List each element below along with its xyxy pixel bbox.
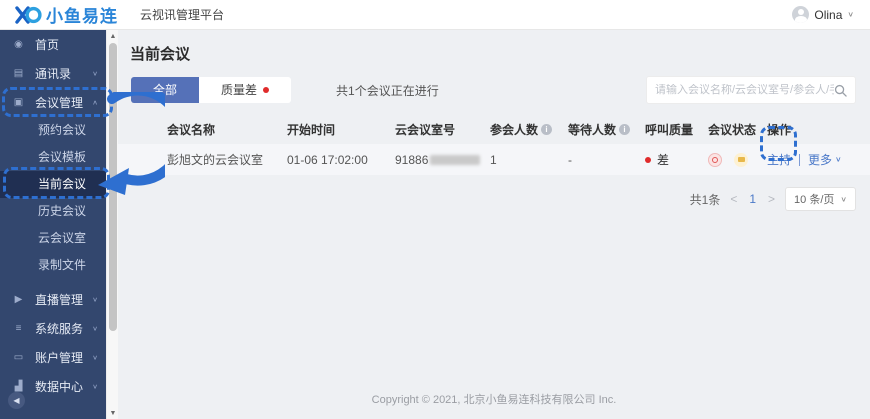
- collapse-left-icon: ◀: [13, 396, 20, 405]
- scrollbar-up-arrow[interactable]: ▲: [107, 30, 119, 42]
- contacts-icon: ▤: [13, 68, 24, 79]
- table-row: 彭旭文的云会议室 01-06 17:02:00 91886 1 - 差 主持 更…: [118, 144, 870, 175]
- search-icon[interactable]: [834, 84, 847, 97]
- cell-meeting-status: [708, 152, 767, 167]
- user-menu[interactable]: Olina ∨: [792, 6, 854, 23]
- sidebar-item-recording-files[interactable]: 录制文件: [0, 252, 106, 279]
- search-input[interactable]: [655, 84, 834, 96]
- redacted-number-blur: [430, 155, 481, 166]
- host-button[interactable]: 主持: [767, 151, 791, 168]
- sidebar-item-label: 首页: [35, 38, 60, 52]
- search-box: [646, 76, 856, 104]
- sidebar-item-history-meeting[interactable]: 历史会议: [0, 198, 106, 225]
- chevron-down-icon: ∨: [92, 353, 98, 362]
- app-logo: 小鱼易连: [14, 2, 118, 27]
- live-status-icon: [734, 152, 748, 167]
- sidebar-item-meeting-template[interactable]: 会议模板: [0, 144, 106, 171]
- tab-poor-quality[interactable]: 质量差: [199, 77, 292, 103]
- cell-meeting-name: 彭旭文的云会议室: [167, 153, 264, 167]
- tab-label: 质量差: [221, 83, 258, 97]
- scrollbar-thumb[interactable]: [108, 43, 117, 331]
- sidebar-item-current-meeting[interactable]: 当前会议: [0, 171, 106, 198]
- col-header-participants: 参会人数 i: [490, 121, 568, 138]
- cell-participants: 1: [490, 152, 497, 167]
- sidebar-item-label: 通讯录: [35, 67, 72, 81]
- col-header-meeting-name: 会议名称: [167, 122, 216, 137]
- prev-page-button[interactable]: <: [730, 192, 737, 206]
- user-avatar: [792, 6, 810, 23]
- sidebar-item-cloud-meeting-room[interactable]: 云会议室: [0, 225, 106, 252]
- scrollbar-down-arrow[interactable]: ▼: [107, 407, 119, 419]
- chevron-up-icon: ∧: [92, 98, 98, 107]
- poor-quality-dot-icon: [263, 87, 270, 93]
- table-header-row: 会议名称 开始时间 云会议室号 参会人数 i 等待人数 i 呼叫质量 会议状态 …: [118, 114, 870, 144]
- chevron-down-icon: ∨: [92, 382, 98, 391]
- sidebar-item-label: 系统服务: [35, 322, 84, 336]
- col-header-waiting: 等待人数 i: [568, 121, 645, 138]
- next-page-button[interactable]: >: [768, 192, 775, 206]
- cell-room-number: 91886: [395, 153, 490, 167]
- col-header-room-number: 云会议室号: [395, 122, 456, 137]
- sidebar-item-account-management[interactable]: ▭ 账户管理 ∨: [0, 343, 106, 372]
- data-center-icon: ▟: [14, 381, 23, 392]
- sidebar-collapse-button[interactable]: ◀: [8, 392, 25, 409]
- sidebar: ◉ 首页 ▤ 通讯录 ∨ ▣ 会议管理 ∧ 预约会议 会议模板 当前会议 历史会…: [0, 30, 106, 419]
- page-number[interactable]: 1: [747, 192, 758, 206]
- quality-poor-dot-icon: [645, 156, 651, 163]
- col-header-meeting-status: 会议状态: [708, 122, 757, 137]
- sidebar-item-live-management[interactable]: ▶ 直播管理 ∨: [0, 285, 106, 314]
- page-size-select[interactable]: 10 条/页 ∨: [785, 187, 856, 211]
- xylink-logo-icon: [15, 5, 42, 24]
- chevron-down-icon: ∨: [92, 295, 98, 304]
- chevron-down-icon: ∨: [92, 69, 98, 78]
- sidebar-item-label: 账户管理: [35, 351, 84, 365]
- sidebar-item-reserve-meeting[interactable]: 预约会议: [0, 117, 106, 144]
- col-header-start-time: 开始时间: [287, 122, 336, 137]
- cell-operations: 主持 更多 ∨: [767, 151, 870, 168]
- meeting-count-summary: 共1个会议正在进行: [336, 83, 439, 98]
- toolbar: 全部 质量差 共1个会议正在进行: [131, 76, 856, 104]
- logo-text: 小鱼易连: [46, 7, 118, 26]
- main-content: 当前会议 全部 质量差 共1个会议正在进行 会议名称 开始时间 云会议室号 参会…: [118, 30, 870, 419]
- chevron-down-icon: ∨: [92, 324, 98, 333]
- home-icon: ◉: [14, 39, 23, 50]
- cell-start-time: 01-06 17:02:00: [287, 152, 368, 167]
- footer-copyright: Copyright © 2021, 北京小鱼易连科技有限公司 Inc.: [371, 394, 617, 406]
- operations-divider: [799, 153, 801, 166]
- pagination-total: 共1条: [689, 192, 721, 207]
- recording-status-icon: [708, 152, 722, 167]
- col-header-call-quality: 呼叫质量: [645, 122, 694, 137]
- user-name: Olina: [814, 7, 843, 22]
- col-header-operations: 操作: [767, 122, 792, 137]
- pagination: 共1条 < 1 > 10 条/页 ∨: [118, 187, 856, 211]
- sidebar-item-home[interactable]: ◉ 首页: [0, 30, 106, 59]
- meeting-icon: ▣: [13, 97, 24, 108]
- sidebar-scrollbar[interactable]: ▲ ▼: [106, 30, 118, 419]
- account-icon: ▭: [13, 352, 24, 363]
- sidebar-item-contacts[interactable]: ▤ 通讯录 ∨: [0, 59, 106, 88]
- page-title: 当前会议: [130, 46, 191, 63]
- live-icon: ▶: [14, 294, 23, 305]
- system-icon: ≡: [15, 323, 22, 334]
- sidebar-item-label: 直播管理: [35, 293, 84, 307]
- platform-title: 云视讯管理平台: [140, 8, 225, 22]
- chevron-down-icon: ∨: [840, 194, 847, 203]
- tab-all[interactable]: 全部: [131, 77, 200, 103]
- top-bar: 小鱼易连 云视讯管理平台 Olina ∨: [0, 0, 870, 30]
- info-icon[interactable]: i: [541, 123, 553, 135]
- info-icon[interactable]: i: [619, 123, 631, 135]
- cell-call-quality: 差: [645, 151, 708, 168]
- more-button[interactable]: 更多: [808, 151, 832, 168]
- sidebar-item-label: 会议管理: [35, 96, 84, 110]
- sidebar-item-system-service[interactable]: ≡ 系统服务 ∨: [0, 314, 106, 343]
- sidebar-item-meeting-management[interactable]: ▣ 会议管理 ∧: [0, 88, 106, 117]
- cell-waiting: -: [568, 152, 572, 167]
- sidebar-item-label: 数据中心: [35, 380, 84, 394]
- chevron-down-icon: ∨: [835, 155, 842, 164]
- chevron-down-icon: ∨: [847, 10, 854, 19]
